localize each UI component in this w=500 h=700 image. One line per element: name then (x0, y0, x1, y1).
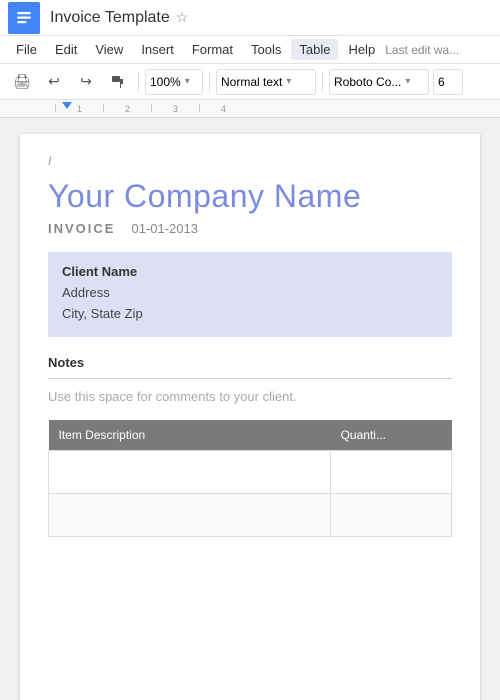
document-page: I Your Company Name INVOICE 01-01-2013 C… (20, 134, 480, 700)
table-cell-qty-1[interactable] (331, 450, 452, 493)
menu-insert[interactable]: Insert (133, 39, 182, 60)
table-cell-qty-2[interactable] (331, 493, 452, 536)
client-city-state-zip[interactable]: City, State Zip (62, 304, 438, 325)
paint-format-button[interactable] (104, 68, 132, 96)
invoice-line: INVOICE 01-01-2013 (48, 221, 452, 236)
ruler-mark-3: 3 (151, 104, 199, 112)
invoice-label: INVOICE (48, 221, 115, 236)
font-size-value: 6 (438, 75, 445, 89)
zoom-arrow: ▾ (185, 76, 190, 87)
redo-button[interactable]: ↪ (72, 68, 100, 96)
client-box: Client Name Address City, State Zip (48, 252, 452, 337)
ruler: 1 2 3 4 (0, 100, 500, 118)
table-row (49, 493, 452, 536)
notes-divider (48, 378, 452, 379)
ruler-mark-2: 2 (103, 104, 151, 112)
font-size-select[interactable]: 6 (433, 69, 463, 95)
star-icon[interactable]: ☆ (176, 9, 189, 26)
zoom-value: 100% (150, 75, 181, 89)
divider1 (138, 72, 139, 92)
notes-heading: Notes (48, 355, 452, 370)
menu-view[interactable]: View (87, 39, 131, 60)
document-area: I Your Company Name INVOICE 01-01-2013 C… (0, 118, 500, 700)
ruler-mark-4: 4 (199, 104, 247, 112)
title-bar: Invoice Template ☆ (0, 0, 500, 36)
client-address-line[interactable]: Address (62, 283, 438, 304)
last-edit-text: Last edit wa... (385, 43, 459, 57)
menu-edit[interactable]: Edit (47, 39, 85, 60)
font-arrow: ▾ (405, 76, 410, 87)
text-style-select[interactable]: Normal text ▾ (216, 69, 316, 95)
undo-button[interactable]: ↩ (40, 68, 68, 96)
invoice-table: Item Description Quanti... (48, 420, 452, 537)
style-arrow: ▾ (286, 76, 291, 87)
table-cell-desc-2[interactable] (49, 493, 331, 536)
divider2 (209, 72, 210, 92)
col-header-description: Item Description (49, 420, 331, 451)
toolbar: 🖨 ↩ ↪ 100% ▾ Normal text ▾ Roboto Co... … (0, 64, 500, 100)
menu-bar: File Edit View Insert Format Tools Table… (0, 36, 500, 64)
col-header-quantity: Quanti... (331, 420, 452, 451)
menu-table[interactable]: Table (291, 39, 338, 60)
menu-file[interactable]: File (8, 39, 45, 60)
notes-section: Notes Use this space for comments to you… (48, 355, 452, 404)
zoom-select[interactable]: 100% ▾ (145, 69, 203, 95)
table-cell-desc-1[interactable] (49, 450, 331, 493)
font-value: Roboto Co... (334, 75, 401, 89)
notes-placeholder[interactable]: Use this space for comments to your clie… (48, 389, 452, 404)
menu-format[interactable]: Format (184, 39, 241, 60)
ruler-marks: 1 2 3 4 (0, 100, 500, 117)
table-row (49, 450, 452, 493)
ruler-indent (62, 102, 72, 109)
print-button[interactable]: 🖨 (8, 68, 36, 96)
app-icon (8, 2, 40, 34)
menu-help[interactable]: Help (340, 39, 383, 60)
page-marker: I (48, 154, 51, 168)
company-name[interactable]: Your Company Name (48, 178, 452, 215)
client-name[interactable]: Client Name (62, 264, 438, 279)
font-select[interactable]: Roboto Co... ▾ (329, 69, 429, 95)
text-style-value: Normal text (221, 75, 282, 89)
client-address: Address City, State Zip (62, 283, 438, 325)
table-header-row: Item Description Quanti... (49, 420, 452, 451)
divider3 (322, 72, 323, 92)
document-title: Invoice Template (50, 9, 170, 27)
menu-tools[interactable]: Tools (243, 39, 289, 60)
invoice-date[interactable]: 01-01-2013 (131, 221, 198, 236)
